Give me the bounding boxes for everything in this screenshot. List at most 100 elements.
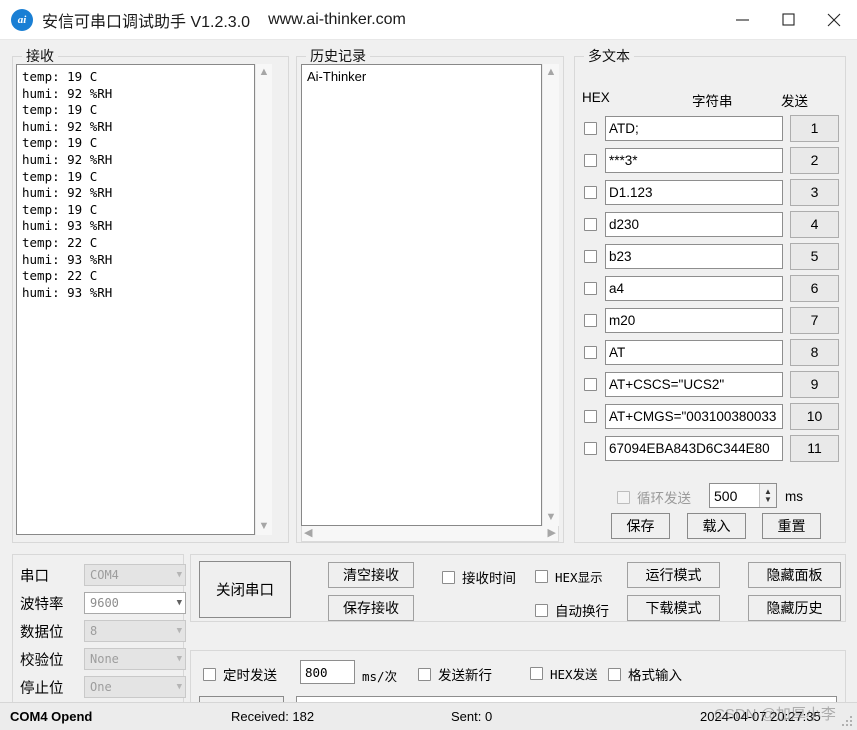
loop-send-row[interactable]: 循环发送 bbox=[617, 487, 691, 507]
serial-setting-combobox[interactable]: 9600 ▼ bbox=[84, 592, 186, 614]
clear-receive-button[interactable]: 清空接收 bbox=[328, 562, 414, 588]
chevron-down-icon[interactable]: ▼ bbox=[177, 654, 182, 664]
multitext-string-input[interactable]: 67094EBA843D6C344E80 bbox=[605, 435, 784, 461]
serial-setting-combobox[interactable]: One ▼ bbox=[84, 676, 186, 698]
resize-grip-icon[interactable] bbox=[842, 716, 854, 728]
minimize-icon[interactable] bbox=[719, 0, 765, 40]
title-bar: ai 安信可串口调试助手 V1.2.3.0 www.ai-thinker.com bbox=[0, 0, 857, 40]
loop-interval-stepper[interactable]: 500 ▲ ▼ bbox=[709, 483, 777, 508]
hex-display-checkbox[interactable] bbox=[535, 570, 548, 583]
timed-send-checkbox[interactable] bbox=[203, 667, 216, 681]
close-port-button[interactable]: 关闭串口 bbox=[199, 561, 291, 618]
multitext-send-button[interactable]: 3 bbox=[790, 178, 839, 206]
auto-wrap-checkbox[interactable] bbox=[535, 603, 548, 617]
save-receive-button[interactable]: 保存接收 bbox=[328, 595, 414, 621]
multitext-hex-checkbox[interactable] bbox=[584, 153, 597, 167]
history-vertical-scrollbar[interactable]: ▲ ▼ bbox=[542, 64, 559, 526]
history-scroll-right-icon[interactable]: ▶ bbox=[546, 525, 558, 542]
multitext-send-button[interactable]: 7 bbox=[790, 306, 839, 334]
serial-setting-combobox[interactable]: 8 ▼ bbox=[84, 620, 186, 642]
download-mode-button[interactable]: 下载模式 bbox=[627, 595, 720, 621]
hide-history-button[interactable]: 隐藏历史 bbox=[748, 595, 841, 621]
multitext-string-input[interactable]: d230 bbox=[605, 211, 784, 237]
multitext-string-input[interactable]: ATD; bbox=[605, 115, 784, 141]
multitext-hex-checkbox[interactable] bbox=[584, 441, 597, 455]
history-horizontal-scrollbar[interactable]: ◀ ▶ bbox=[301, 526, 559, 542]
format-input-row[interactable]: 格式输入 bbox=[608, 664, 682, 684]
chevron-down-icon[interactable]: ▼ bbox=[177, 626, 182, 636]
multitext-row: AT+CSCS="UCS2" 9 bbox=[584, 370, 839, 398]
timed-interval-input[interactable]: 800 bbox=[300, 660, 355, 684]
receive-scroll-up-icon[interactable]: ▲ bbox=[257, 64, 272, 81]
history-scroll-down-icon[interactable]: ▼ bbox=[544, 509, 559, 526]
multitext-send-button[interactable]: 10 bbox=[790, 402, 839, 430]
chevron-down-icon[interactable]: ▼ bbox=[177, 682, 182, 692]
multitext-load-button[interactable]: 载入 bbox=[687, 513, 746, 539]
timed-send-row[interactable]: 定时发送 bbox=[203, 664, 277, 684]
multitext-send-button[interactable]: 8 bbox=[790, 338, 839, 366]
send-newline-row[interactable]: 发送新行 bbox=[418, 664, 492, 684]
loop-interval-down-icon[interactable]: ▼ bbox=[764, 495, 772, 504]
timed-interval-value: 800 bbox=[305, 664, 328, 680]
format-input-label: 格式输入 bbox=[628, 668, 682, 683]
format-input-checkbox[interactable] bbox=[608, 667, 621, 681]
multitext-string-input[interactable]: m20 bbox=[605, 307, 784, 333]
multitext-string-input[interactable]: ***3* bbox=[605, 147, 784, 173]
multitext-hex-checkbox[interactable] bbox=[584, 281, 597, 295]
multitext-string-input[interactable]: AT+CSCS="UCS2" bbox=[605, 371, 784, 397]
multitext-hex-checkbox[interactable] bbox=[584, 377, 597, 391]
multitext-send-button[interactable]: 9 bbox=[790, 370, 839, 398]
multitext-hex-checkbox[interactable] bbox=[584, 249, 597, 263]
status-sent: Sent: 0 bbox=[451, 709, 493, 724]
multitext-string-value: d230 bbox=[609, 216, 640, 232]
loop-send-checkbox[interactable] bbox=[617, 490, 630, 504]
history-scroll-left-icon[interactable]: ◀ bbox=[302, 525, 314, 542]
multitext-string-input[interactable]: AT bbox=[605, 339, 784, 365]
recv-time-row[interactable]: 接收时间 bbox=[442, 567, 516, 587]
serial-setting-value: None bbox=[90, 652, 119, 666]
multitext-hex-checkbox[interactable] bbox=[584, 409, 597, 423]
multitext-string-input[interactable]: a4 bbox=[605, 275, 784, 301]
multitext-send-button[interactable]: 1 bbox=[790, 114, 839, 142]
chevron-down-icon[interactable]: ▼ bbox=[177, 570, 182, 580]
multitext-send-button[interactable]: 2 bbox=[790, 146, 839, 174]
hex-display-row[interactable]: HEX显示 bbox=[535, 567, 603, 586]
serial-setting-combobox[interactable]: COM4 ▼ bbox=[84, 564, 186, 586]
receive-vertical-scrollbar[interactable]: ▲ ▼ bbox=[255, 64, 272, 535]
multitext-reset-button[interactable]: 重置 bbox=[762, 513, 821, 539]
history-scroll-up-icon[interactable]: ▲ bbox=[544, 64, 559, 81]
multitext-save-button[interactable]: 保存 bbox=[611, 513, 670, 539]
send-newline-checkbox[interactable] bbox=[418, 667, 431, 681]
maximize-icon[interactable] bbox=[765, 0, 811, 40]
multitext-string-input[interactable]: AT+CMGS="003100380033 bbox=[605, 403, 784, 429]
recv-time-checkbox[interactable] bbox=[442, 570, 455, 584]
run-mode-button[interactable]: 运行模式 bbox=[627, 562, 720, 588]
multitext-hex-checkbox[interactable] bbox=[584, 217, 597, 231]
hex-send-checkbox[interactable] bbox=[530, 667, 543, 680]
multitext-send-button[interactable]: 11 bbox=[790, 434, 839, 462]
multitext-hex-checkbox[interactable] bbox=[584, 313, 597, 327]
multitext-string-input[interactable]: b23 bbox=[605, 243, 784, 269]
multitext-send-button[interactable]: 5 bbox=[790, 242, 839, 270]
hex-send-row[interactable]: HEX发送 bbox=[530, 664, 598, 683]
multitext-hex-checkbox[interactable] bbox=[584, 185, 597, 199]
multitext-string-input[interactable]: D1.123 bbox=[605, 179, 784, 205]
multitext-hex-checkbox[interactable] bbox=[584, 121, 597, 135]
close-icon[interactable] bbox=[811, 0, 857, 40]
auto-wrap-row[interactable]: 自动换行 bbox=[535, 600, 609, 620]
hide-panel-button[interactable]: 隐藏面板 bbox=[748, 562, 841, 588]
receive-scroll-down-icon[interactable]: ▼ bbox=[257, 518, 272, 535]
multitext-col-send-header: 发送 bbox=[781, 94, 808, 109]
multitext-string-value: 67094EBA843D6C344E80 bbox=[609, 440, 770, 456]
multitext-send-button[interactable]: 4 bbox=[790, 210, 839, 238]
ai-logo-icon: ai bbox=[11, 8, 33, 31]
history-textarea[interactable]: Ai-Thinker bbox=[301, 64, 542, 526]
serial-setting-label: 数据位 bbox=[20, 624, 64, 641]
status-bar: COM4 Opend Received: 182 Sent: 0 2024-04… bbox=[0, 702, 857, 730]
serial-setting-combobox[interactable]: None ▼ bbox=[84, 648, 186, 670]
loop-interval-arrows[interactable]: ▲ ▼ bbox=[759, 484, 776, 507]
multitext-hex-checkbox[interactable] bbox=[584, 345, 597, 359]
multitext-send-button[interactable]: 6 bbox=[790, 274, 839, 302]
chevron-down-icon[interactable]: ▼ bbox=[177, 598, 182, 608]
receive-textarea[interactable]: temp: 19 C humi: 92 %RH temp: 19 C humi:… bbox=[16, 64, 255, 535]
